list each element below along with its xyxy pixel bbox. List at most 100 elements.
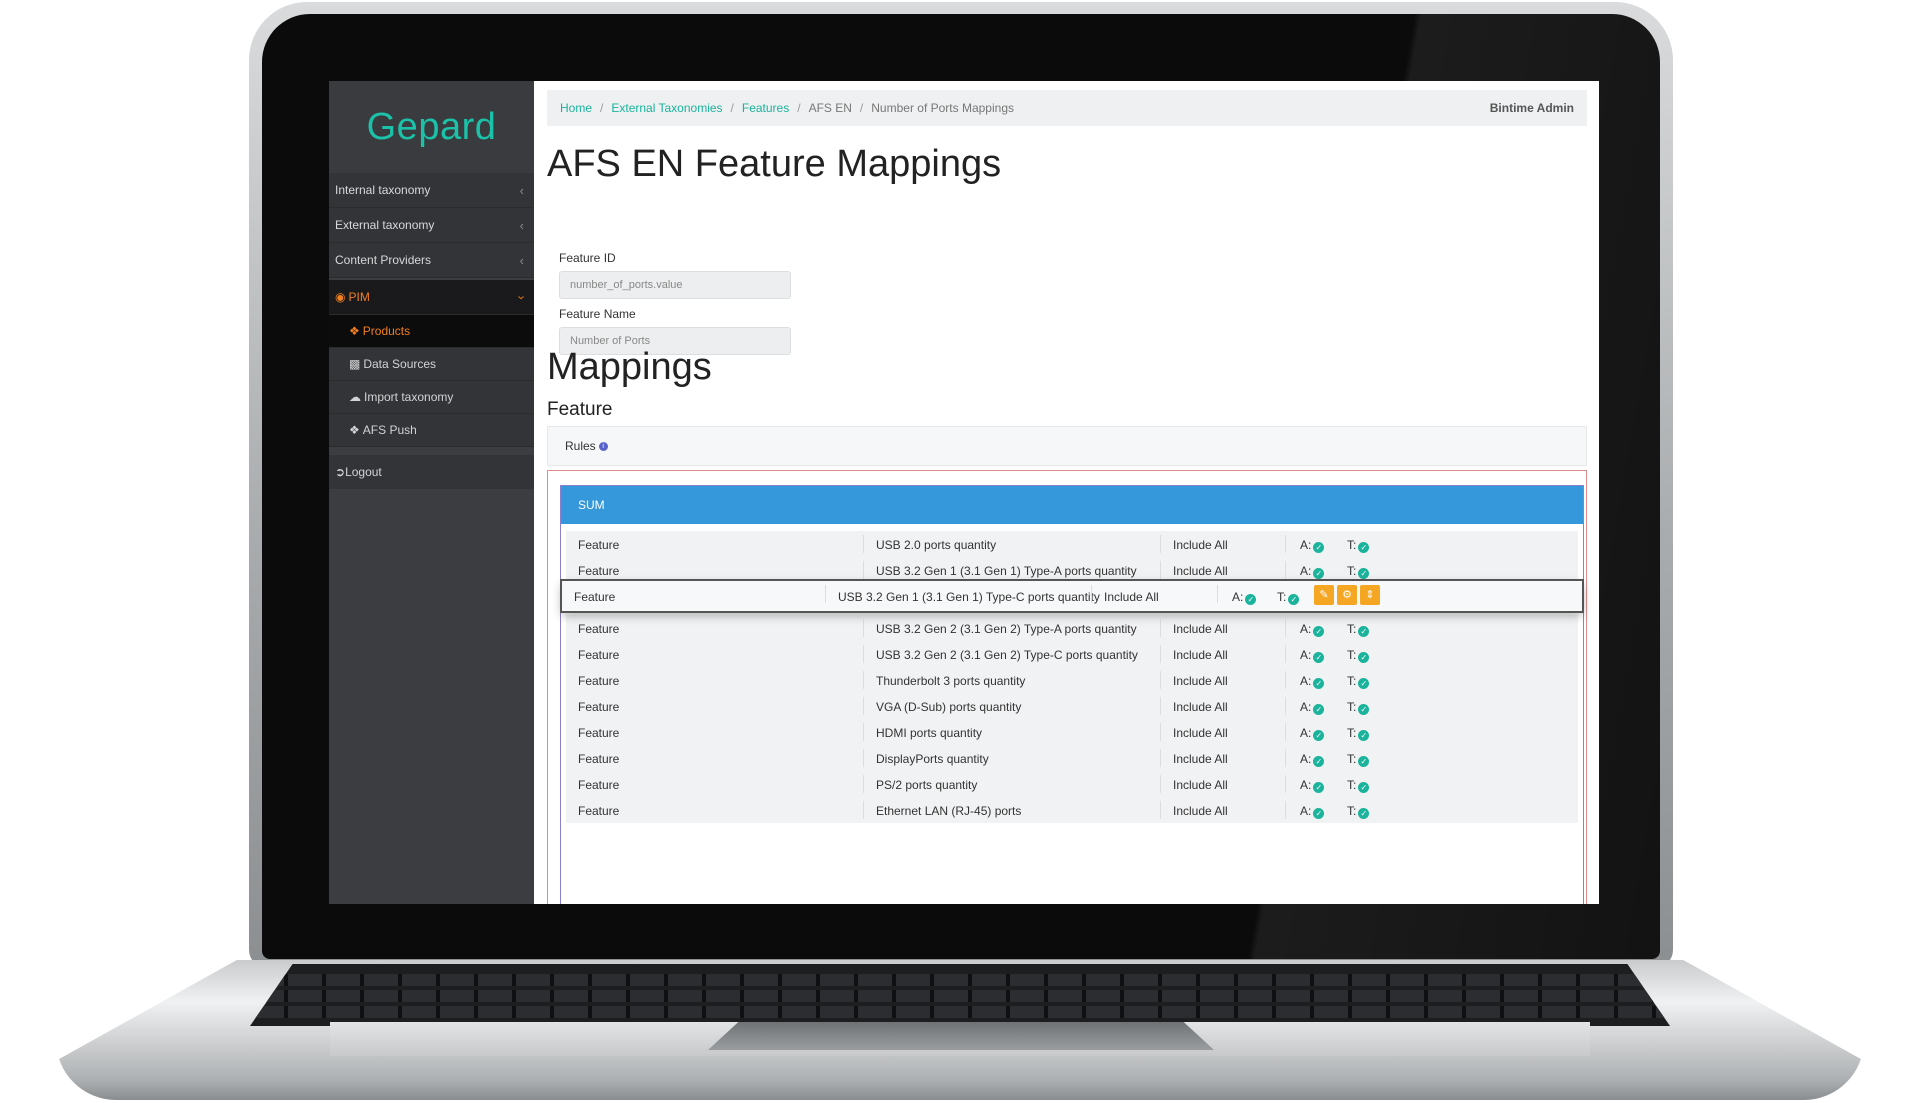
- user-menu[interactable]: Bintime Admin: [1490, 101, 1587, 115]
- column-divider: [1285, 697, 1286, 715]
- sidebar-subitem-products[interactable]: ❖ Products: [329, 315, 534, 348]
- row-feature-name: USB 3.2 Gen 1 (3.1 Gen 1) Type-A ports q…: [876, 564, 1137, 578]
- t-label: T:: [1347, 752, 1357, 766]
- feature-id-field[interactable]: number_of_ports.value: [559, 271, 791, 299]
- table-row-selected[interactable]: Feature USB 3.2 Gen 1 (3.1 Gen 1) Type-C …: [562, 581, 1582, 611]
- sum-group-header[interactable]: SUM: [561, 486, 1583, 524]
- table-row[interactable]: Feature DisplayPorts quantity Include All A…: [566, 745, 1578, 771]
- mappings-title: Mappings: [547, 346, 712, 388]
- sort-icon: ⇕: [1365, 589, 1375, 601]
- row-feature-name: DisplayPorts quantity: [876, 752, 989, 766]
- mappings-subtitle: Feature: [547, 399, 613, 420]
- sidebar-item-pim[interactable]: ◉ PIM ›: [329, 280, 534, 315]
- row-t-status: T: ✓: [1347, 538, 1370, 553]
- info-icon[interactable]: i: [598, 441, 608, 451]
- column-divider: [863, 801, 864, 819]
- breadcrumb-separator: /: [600, 101, 604, 115]
- column-divider: [863, 697, 864, 715]
- table-row[interactable]: Feature USB 3.2 Gen 1 (3.1 Gen 1) Type-A …: [566, 557, 1578, 583]
- edit-icon: ✎: [1319, 589, 1329, 601]
- breadcrumb-current: Number of Ports Mappings: [871, 101, 1014, 115]
- sum-group: SUM Feature USB 2.0 ports quantity Include…: [560, 485, 1584, 904]
- row-mode: Include All: [1173, 700, 1228, 714]
- table-row[interactable]: Feature USB 3.2 Gen 2 (3.1 Gen 2) Type-C …: [566, 641, 1578, 667]
- row-a-status: A: ✓: [1300, 700, 1325, 715]
- row-feature-name: USB 2.0 ports quantity: [876, 538, 997, 552]
- check-circle-icon: ✓: [1313, 652, 1325, 663]
- cubes-icon: ❖: [349, 423, 360, 437]
- table-row[interactable]: Feature PS/2 ports quantity Include All A: ✓…: [566, 771, 1578, 797]
- row-t-status: T: ✓: [1347, 648, 1370, 663]
- column-divider: [863, 723, 864, 741]
- sidebar-subitem-afs-push[interactable]: ❖ AFS Push: [329, 414, 534, 447]
- row-type: Feature: [578, 778, 620, 792]
- logout-link[interactable]: ➲ Logout: [329, 455, 534, 489]
- t-label: T:: [1347, 700, 1357, 714]
- a-label: A:: [1300, 804, 1312, 818]
- screen: Gepard Internal taxonomy ‹ External taxo…: [329, 81, 1599, 904]
- sidebar-item-internal-taxonomy[interactable]: Internal taxonomy ‹: [329, 173, 534, 208]
- column-divider: [1285, 749, 1286, 767]
- breadcrumb-afs-en: AFS EN: [808, 101, 852, 115]
- a-label: A:: [1300, 674, 1312, 688]
- breadcrumb-separator: /: [797, 101, 801, 115]
- breadcrumb-external-taxonomies[interactable]: External Taxonomies: [611, 101, 722, 115]
- column-divider: [863, 619, 864, 637]
- sidebar-subitem-data-sources[interactable]: ▩ Data Sources: [329, 348, 534, 381]
- row-mode: Include All: [1173, 674, 1228, 688]
- check-circle-icon: ✓: [1358, 808, 1370, 819]
- a-label: A:: [1300, 778, 1312, 792]
- check-circle-icon: ✓: [1358, 626, 1370, 637]
- table-row[interactable]: Feature HDMI ports quantity Include All A: ✓…: [566, 719, 1578, 745]
- a-label: A:: [1300, 622, 1312, 636]
- breadcrumb-features[interactable]: Features: [742, 101, 789, 115]
- breadcrumb: Home / External Taxonomies / Features / …: [547, 90, 1587, 126]
- settings-button[interactable]: ⚙: [1337, 585, 1357, 605]
- sort-button[interactable]: ⇕: [1360, 585, 1380, 605]
- check-circle-icon: ✓: [1313, 678, 1325, 689]
- sidebar-item-content-providers[interactable]: Content Providers ‹: [329, 243, 534, 278]
- row-type: Feature: [578, 538, 620, 552]
- logo[interactable]: Gepard: [329, 81, 534, 173]
- check-circle-icon: ✓: [1288, 594, 1300, 605]
- cloud-upload-icon: ☁: [349, 390, 361, 404]
- row-type: Feature: [574, 590, 616, 604]
- column-divider: [1160, 671, 1161, 689]
- row-a-status: A: ✓: [1300, 622, 1325, 637]
- row-mode: Include All: [1104, 590, 1159, 604]
- table-row[interactable]: Feature USB 2.0 ports quantity Include All…: [566, 531, 1578, 557]
- column-divider: [1285, 535, 1286, 553]
- row-mode: Include All: [1173, 648, 1228, 662]
- table-row[interactable]: Feature VGA (D-Sub) ports quantity Include…: [566, 693, 1578, 719]
- column-divider: [1217, 585, 1218, 603]
- row-t-status: T: ✓: [1347, 804, 1370, 819]
- a-label: A:: [1232, 590, 1244, 604]
- breadcrumb-home[interactable]: Home: [560, 101, 592, 115]
- table-row[interactable]: Feature Ethernet LAN (RJ-45) ports Include…: [566, 797, 1578, 823]
- rules-tab[interactable]: Rules i: [547, 426, 1587, 466]
- table-row[interactable]: Feature Thunderbolt 3 ports quantity Inclu…: [566, 667, 1578, 693]
- row-mode: Include All: [1173, 726, 1228, 740]
- sidebar-subitem-import-taxonomy[interactable]: ☁ Import taxonomy: [329, 381, 534, 414]
- sidebar-item-label: External taxonomy: [335, 218, 435, 232]
- column-divider: [1160, 645, 1161, 663]
- check-circle-icon: ✓: [1358, 782, 1370, 793]
- column-divider: [1160, 775, 1161, 793]
- column-divider: [1285, 801, 1286, 819]
- row-t-status: T: ✓: [1347, 778, 1370, 793]
- check-circle-icon: ✓: [1358, 568, 1370, 579]
- column-divider: [1160, 561, 1161, 579]
- sidebar-item-external-taxonomy[interactable]: External taxonomy ‹: [329, 208, 534, 243]
- row-a-status: A: ✓: [1300, 648, 1325, 663]
- row-a-status: A: ✓: [1300, 674, 1325, 689]
- table-row[interactable]: Feature USB 3.2 Gen 2 (3.1 Gen 2) Type-A …: [566, 615, 1578, 641]
- breadcrumb-separator: /: [859, 101, 864, 115]
- check-circle-icon: ✓: [1358, 652, 1370, 663]
- column-divider: [1091, 585, 1092, 603]
- sidebar-item-label: PIM: [348, 290, 370, 304]
- row-a-status: A: ✓: [1300, 778, 1325, 793]
- sign-out-icon: ➲: [335, 465, 346, 479]
- logout-label: Logout: [345, 465, 382, 479]
- edit-button[interactable]: ✎: [1314, 585, 1334, 605]
- row-mode: Include All: [1173, 778, 1228, 792]
